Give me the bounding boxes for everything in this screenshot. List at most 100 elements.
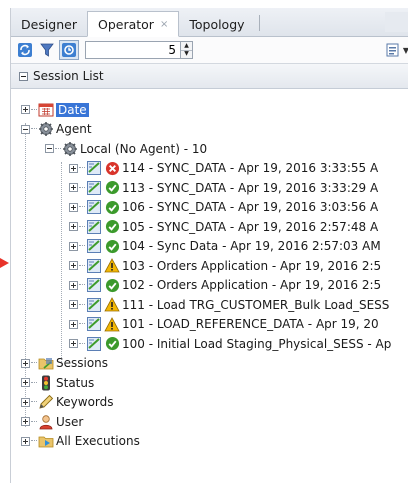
session-row-9[interactable]: 100 - Initial Load Staging_Physical_SESS… (11, 334, 408, 354)
tree-connector (31, 420, 37, 423)
tree-node-agent[interactable]: Agent (11, 120, 408, 140)
spinner-down-button[interactable]: ▼ (181, 49, 192, 59)
session-row-label: 101 - LOAD_REFERENCE_DATA - Apr 19, 20 (122, 317, 379, 332)
toolbar: ▲ ▼ ▼ (11, 37, 408, 64)
session-icon (86, 180, 102, 196)
gear-icon (38, 121, 54, 137)
tree-node-sessions-label: Sessions (56, 356, 109, 371)
expand-icon[interactable] (21, 436, 30, 446)
expand-icon[interactable] (69, 183, 78, 193)
session-icon (86, 160, 102, 176)
tree-node-local-agent[interactable]: Local (No Agent) - 10 (11, 139, 408, 159)
success-check-icon (104, 238, 120, 254)
session-icon (86, 199, 102, 215)
tree-connector (79, 167, 85, 169)
session-row-7[interactable]: 111 - Load TRG_CUSTOMER_Bulk Load_SESS (11, 295, 408, 315)
session-row-6[interactable]: 102 - Orders Application - Apr 19, 2016 … (11, 276, 408, 296)
expand-icon[interactable] (69, 280, 78, 290)
expand-icon[interactable] (69, 163, 78, 173)
session-icon (86, 277, 102, 293)
refresh-interval-spinner: ▲ ▼ (85, 41, 193, 59)
expand-icon[interactable] (69, 300, 78, 310)
tree-connector (79, 186, 85, 189)
spinner-arrows: ▲ ▼ (181, 41, 193, 59)
session-row-label: 106 - SYNC_DATA - Apr 19, 2016 3:03:56 A (122, 200, 379, 215)
warning-icon (104, 258, 120, 274)
tree-connector (31, 108, 37, 111)
tab-topology[interactable]: Topology (179, 12, 254, 36)
session-row-label: 100 - Initial Load Staging_Physical_SESS… (122, 336, 392, 351)
tree-node-status[interactable]: Status (11, 373, 408, 393)
expand-icon[interactable] (21, 397, 30, 407)
tree-node-user[interactable]: User (11, 412, 408, 432)
session-row-5[interactable]: 103 - Orders Application - Apr 19, 2016 … (11, 256, 408, 276)
refresh-interval-input[interactable] (85, 41, 181, 59)
warning-icon (104, 297, 120, 313)
tree-node-keywords[interactable]: Keywords (11, 393, 408, 413)
tree-node-all-executions-label: All Executions (56, 434, 140, 449)
tree-node-local-agent-label: Local (No Agent) - 10 (80, 141, 208, 156)
session-icon (86, 297, 102, 313)
tree-connector (31, 362, 37, 364)
session-row-2[interactable]: 106 - SYNC_DATA - Apr 19, 2016 3:03:56 A (11, 198, 408, 218)
operator-panel: Designer Operator × Topology 5 ▲ ▼ Sessi… (10, 8, 408, 483)
tab-operator[interactable]: Operator × (87, 11, 180, 37)
tab-designer[interactable]: Designer (11, 12, 87, 36)
tree-connector (79, 206, 85, 208)
report-icon (386, 43, 399, 57)
expand-icon[interactable] (21, 417, 30, 427)
tree-node-keywords-label: Keywords (56, 395, 114, 410)
expand-icon[interactable] (69, 319, 78, 329)
tree-node-all-executions[interactable]: All Executions (11, 432, 408, 452)
success-check-icon (104, 277, 120, 293)
success-check-icon (104, 219, 120, 235)
tab-topology-label: Topology (189, 16, 245, 32)
session-row-3[interactable]: 105 - SYNC_DATA - Apr 19, 2016 2:57:48 A (11, 217, 408, 237)
tree-connector (79, 323, 85, 325)
session-row-label: 113 - SYNC_DATA - Apr 19, 2016 3:33:29 A (122, 180, 379, 195)
session-row-4[interactable]: 104 - Sync Data - Apr 19, 2016 2:57:03 A… (11, 237, 408, 257)
collapse-icon[interactable] (19, 71, 28, 81)
collapse-icon[interactable] (21, 124, 30, 134)
tree-node-agent-label: Agent (56, 122, 92, 137)
collapse-icon[interactable] (45, 144, 54, 154)
report-menu-button[interactable] (383, 40, 403, 60)
tab-close-icon[interactable]: × (160, 19, 168, 30)
calendar-icon (38, 102, 54, 118)
expand-icon[interactable] (69, 241, 78, 251)
auto-refresh-toggle[interactable] (59, 40, 79, 60)
expand-icon[interactable] (69, 339, 78, 349)
session-list-header[interactable]: Session List (11, 64, 408, 89)
tree-connector (31, 128, 37, 130)
session-row-label: 103 - Orders Application - Apr 19, 2016 … (122, 258, 382, 273)
tree-connector (79, 303, 85, 306)
tree-node-sessions[interactable]: Sessions (11, 354, 408, 374)
session-rows: 114 - SYNC_DATA - Apr 19, 2016 3:33:55 A… (11, 159, 408, 354)
session-row-0[interactable]: 114 - SYNC_DATA - Apr 19, 2016 3:33:55 A (11, 159, 408, 179)
report-menu-chevron-down-icon[interactable]: ▼ (403, 46, 408, 55)
traffic-light-icon (38, 375, 54, 391)
session-row-1[interactable]: 113 - SYNC_DATA - Apr 19, 2016 3:33:29 A (11, 178, 408, 198)
expand-icon[interactable] (21, 358, 30, 368)
expand-icon[interactable] (21, 105, 30, 115)
tree-connector (79, 245, 85, 247)
success-check-icon (104, 199, 120, 215)
success-check-icon (104, 180, 120, 196)
expand-icon[interactable] (69, 222, 78, 232)
session-icon (86, 336, 102, 352)
tree-connector (79, 284, 85, 286)
expand-icon[interactable] (21, 378, 30, 388)
session-row-8[interactable]: 101 - LOAD_REFERENCE_DATA - Apr 19, 20 (11, 315, 408, 335)
expand-icon[interactable] (69, 261, 78, 271)
spinner-up-button[interactable]: ▲ (181, 42, 192, 50)
refresh-button[interactable] (15, 40, 35, 60)
folder-session-icon (38, 355, 54, 371)
filter-button[interactable] (37, 40, 57, 60)
tree-connector (79, 225, 85, 228)
expand-icon[interactable] (69, 202, 78, 212)
tree-connector (31, 401, 37, 403)
tree-connector (79, 264, 85, 267)
tree-node-date[interactable]: Date (11, 100, 408, 120)
toolbar-right: ▼ (383, 40, 408, 60)
session-list-title: Session List (33, 69, 104, 83)
